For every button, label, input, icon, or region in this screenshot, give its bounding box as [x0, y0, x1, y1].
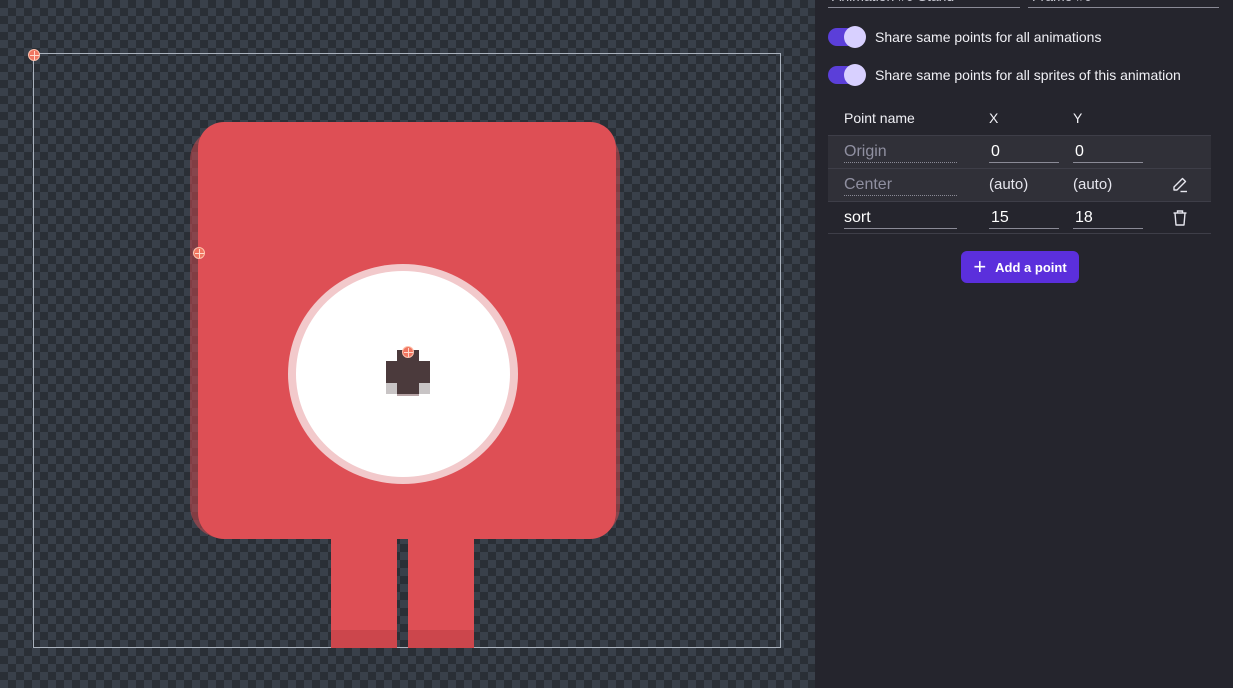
point-name-field[interactable]: Center	[844, 174, 957, 196]
table-row: sort 15 18	[828, 201, 1211, 234]
table-row: Origin 0 0	[828, 135, 1211, 168]
sprite-image	[190, 122, 620, 648]
point-name-field[interactable]: sort	[844, 207, 957, 229]
points-editor-panel: Animation #0 Stand Frame #0 Share same p…	[815, 0, 1233, 688]
header-y: Y	[1073, 110, 1083, 126]
point-x-field[interactable]: 15	[989, 207, 1059, 229]
plus-icon: +	[973, 254, 987, 279]
point-name-field[interactable]: Origin	[844, 141, 957, 163]
table-header: Point name X Y	[828, 101, 1211, 135]
share-points-sprites-toggle[interactable]	[828, 64, 866, 86]
sort-point-marker[interactable]	[193, 247, 205, 259]
toggle-label: Share same points for all animations	[875, 29, 1102, 45]
point-x-value: (auto)	[989, 176, 1029, 193]
share-points-sprites-toggle-row[interactable]: Share same points for all sprites of thi…	[828, 64, 1181, 86]
add-point-label: Add a point	[995, 259, 1067, 275]
point-y-value: (auto)	[1073, 176, 1113, 193]
share-points-animations-toggle[interactable]	[828, 26, 866, 48]
header-point-name: Point name	[844, 110, 915, 126]
sprite-canvas[interactable]	[0, 0, 815, 688]
points-table: Point name X Y Origin 0 0 Center (auto) …	[828, 101, 1211, 234]
toggle-label: Share same points for all sprites of thi…	[875, 67, 1181, 83]
add-point-button[interactable]: + Add a point	[961, 251, 1079, 283]
animation-select[interactable]: Animation #0 Stand	[828, 0, 1020, 8]
center-point-marker[interactable]	[402, 346, 414, 358]
point-x-field[interactable]: 0	[989, 141, 1059, 163]
trash-icon[interactable]	[1171, 209, 1189, 227]
header-x: X	[989, 110, 999, 126]
share-points-animations-toggle-row[interactable]: Share same points for all animations	[828, 26, 1102, 48]
point-y-field[interactable]: 0	[1073, 141, 1143, 163]
edit-icon[interactable]	[1171, 176, 1189, 194]
origin-point-marker[interactable]	[28, 49, 40, 61]
point-y-field[interactable]: 18	[1073, 207, 1143, 229]
table-row: Center (auto) (auto)	[828, 168, 1211, 201]
frame-select[interactable]: Frame #0	[1028, 0, 1219, 8]
